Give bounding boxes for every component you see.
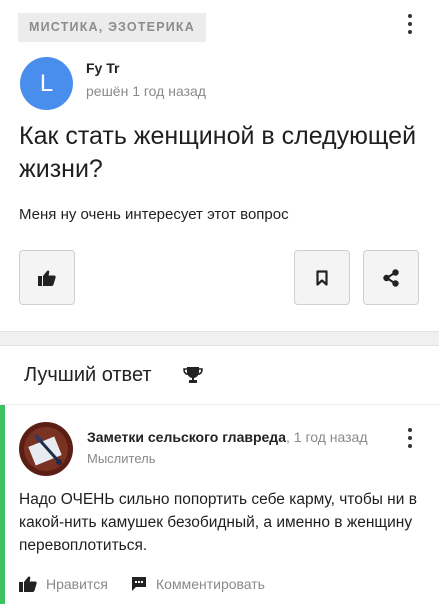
bookmark-icon xyxy=(316,269,328,286)
comment-button[interactable]: Комментировать xyxy=(131,574,265,594)
answer-author-avatar[interactable] xyxy=(19,422,73,476)
like-question-button[interactable] xyxy=(19,250,75,305)
answer-author-line: Заметки сельского главреда, 1 год назад xyxy=(87,429,368,445)
comment-icon xyxy=(132,577,146,591)
answer-author-name[interactable]: Заметки сельского главреда xyxy=(87,429,286,445)
best-answer-heading: Лучший ответ xyxy=(24,364,152,386)
answer-author-rank: Мыслитель xyxy=(87,451,156,466)
section-divider xyxy=(0,404,439,405)
answer-more-menu-icon[interactable] xyxy=(404,428,416,448)
question-more-menu-icon[interactable] xyxy=(404,14,416,34)
trophy-icon xyxy=(183,367,203,383)
question-card: МИСТИКА, ЭЗОТЕРИКА L Fy Tr решён 1 год н… xyxy=(0,0,439,332)
best-answer-accent-bar xyxy=(0,405,5,604)
comment-label: Комментировать xyxy=(156,576,265,592)
like-label: Нравится xyxy=(46,576,108,592)
category-tag[interactable]: МИСТИКА, ЭЗОТЕРИКА xyxy=(18,13,206,42)
share-icon xyxy=(383,268,399,287)
like-answer-button[interactable]: Нравится xyxy=(19,574,108,594)
question-title: Как стать женщиной в следующей жизни? xyxy=(19,122,417,183)
question-body: Меня ну очень интересует этот вопрос xyxy=(19,206,289,223)
answer-text: Надо ОЧЕНЬ сильно попортить себе карму, … xyxy=(19,491,417,554)
share-button[interactable] xyxy=(363,250,419,305)
solved-status: решён 1 год назад xyxy=(86,83,206,99)
feather-pen-avatar-icon xyxy=(19,422,73,476)
answer-time: , 1 год назад xyxy=(285,429,368,445)
bookmark-button[interactable] xyxy=(294,250,350,305)
author-avatar[interactable]: L xyxy=(20,57,73,110)
author-name[interactable]: Fy Tr xyxy=(86,60,119,76)
thumbs-up-icon xyxy=(38,269,56,286)
thumbs-up-icon xyxy=(19,576,37,592)
